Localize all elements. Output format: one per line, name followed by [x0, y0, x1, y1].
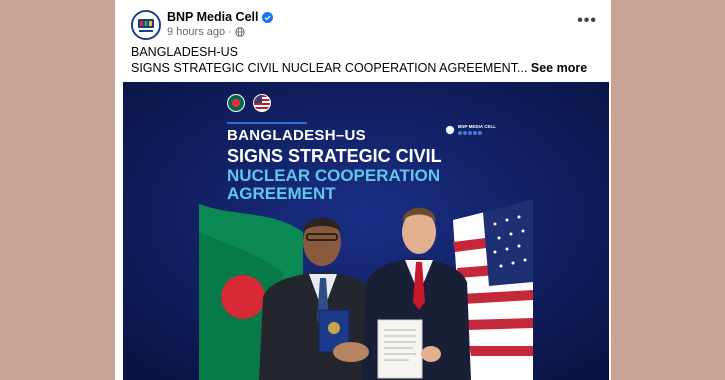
author-name-row: BNP Media Cell	[167, 10, 274, 24]
globe-icon	[235, 27, 245, 37]
brand-block: BNP MEDIA CELL	[458, 124, 496, 135]
brand-watermark: BNP MEDIA CELL	[445, 124, 496, 135]
instagram-icon	[473, 131, 477, 135]
author-avatar[interactable]	[131, 10, 161, 40]
facebook-post-card: BNP Media Cell 9 hours ago · ••• BANGLAD…	[115, 0, 611, 380]
image-headline-1: BANGLADESH–US	[227, 127, 366, 144]
post-text-line-2: SIGNS STRATEGIC CIVIL NUCLEAR COOPERATIO…	[131, 60, 587, 76]
photo-illustration	[123, 82, 609, 380]
post-text-line-1: BANGLADESH-US	[131, 45, 238, 59]
image-headline-4: AGREEMENT	[227, 184, 336, 203]
see-more-link[interactable]: See more	[531, 61, 587, 75]
social-icons	[458, 131, 496, 135]
post-image[interactable]: BANGLADESH–US SIGNS STRATEGIC CIVIL NUCL…	[123, 82, 609, 380]
post-time[interactable]: 9 hours ago	[167, 26, 225, 38]
verified-badge-icon	[262, 11, 274, 23]
twitter-icon	[468, 131, 472, 135]
brand-logo-icon	[445, 124, 455, 135]
us-flag-icon	[253, 94, 271, 112]
image-headline-2: SIGNS STRATEGIC CIVIL	[227, 146, 442, 166]
image-headline-3: NUCLEAR COOPERATION	[227, 166, 441, 185]
meta-separator: ·	[228, 26, 232, 38]
post-text: BANGLADESH-US SIGNS STRATEGIC CIVIL NUCL…	[131, 44, 587, 76]
post-meta: 9 hours ago ·	[167, 26, 245, 38]
brand-name: BNP MEDIA CELL	[458, 124, 497, 129]
post-header: BNP Media Cell 9 hours ago · •••	[115, 0, 611, 44]
facebook-icon	[458, 131, 462, 135]
headline-rule	[227, 122, 307, 124]
more-options-button[interactable]: •••	[577, 12, 597, 30]
youtube-icon	[463, 131, 467, 135]
post-text-body: SIGNS STRATEGIC CIVIL NUCLEAR COOPERATIO…	[131, 61, 528, 75]
tiktok-icon	[478, 131, 482, 135]
author-name[interactable]: BNP Media Cell	[167, 10, 258, 24]
bangladesh-flag-icon	[227, 94, 245, 112]
